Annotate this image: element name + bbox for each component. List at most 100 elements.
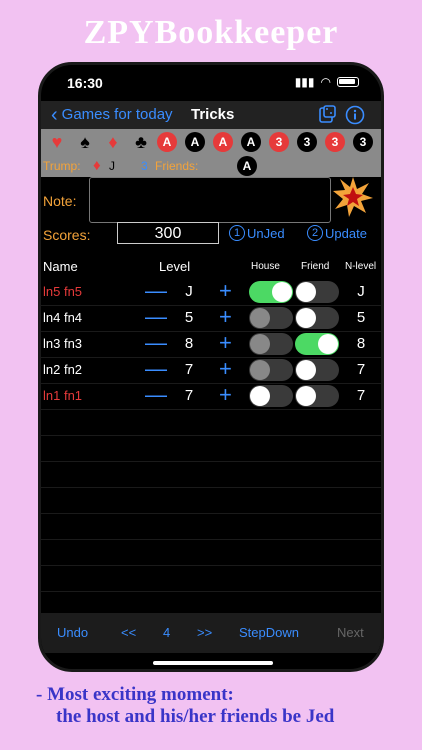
friends-count: 3 [141,159,148,173]
info-icon[interactable] [345,105,365,125]
toggle-knob [250,386,270,406]
card-chip[interactable]: 3 [269,132,289,152]
suit-card-icon[interactable]: ♥ [45,131,69,153]
friend-toggle[interactable] [295,281,339,303]
player-n-level: 7 [356,361,366,378]
card-chip[interactable]: A [213,132,233,152]
player-row: ln2 fn2 — 7 +7 [41,357,381,384]
trump-label: Trump: [43,159,81,173]
level-minus-button[interactable]: — [145,358,167,380]
friend-toggle[interactable] [295,307,339,329]
level-plus-button[interactable]: + [219,306,232,328]
undo-button[interactable]: Undo [57,625,88,640]
cards-dice-icon[interactable] [317,105,337,125]
scores-input[interactable]: 300 [117,222,219,244]
player-n-level: 8 [356,335,366,352]
card-chip[interactable]: A [157,132,177,152]
friend-toggle[interactable] [295,385,339,407]
friend-card-chip: A [237,156,257,176]
back-button[interactable]: ‹ Games for today [51,103,173,126]
navigation-bar: ‹ Games for today Tricks [41,101,381,129]
player-n-level: 5 [356,309,366,326]
unjed-button[interactable]: 1 UnJed [229,225,285,241]
player-name: ln4 fn4 [43,310,83,325]
player-name: ln2 fn2 [43,362,83,377]
friend-toggle[interactable] [295,359,339,381]
card-chip[interactable]: A [185,132,205,152]
player-row: ln1 fn1 — 7 +7 [41,383,381,410]
player-level: 7 [184,387,194,404]
chevron-left-icon: ‹ [51,103,58,126]
banner-title: ZPYBookkeeper [83,14,339,51]
empty-row-line [41,487,381,488]
note-input[interactable] [89,177,331,223]
player-row: ln3 fn3 — 8 +8 [41,331,381,358]
update-button[interactable]: 2 Update [307,225,367,241]
player-level: J [185,283,193,300]
level-minus-button[interactable]: — [145,332,167,354]
friends-label: Friends: [155,159,199,173]
unjed-number: 1 [229,225,245,241]
battery-icon [337,77,359,87]
bottom-toolbar: Undo << 4 >> StepDown Next [41,613,381,653]
level-minus-button[interactable]: — [145,384,167,406]
toggle-knob [296,282,316,302]
level-minus-button[interactable]: — [145,280,167,302]
page-number: 4 [163,625,171,640]
table-header: Name Level House Friend N-level [41,259,381,279]
trump-row: Trump: ♦ J 3 Friends: A [41,155,381,177]
house-toggle[interactable] [249,281,293,303]
burst-icon[interactable] [333,177,373,217]
level-plus-button[interactable]: + [219,384,232,406]
card-chip[interactable]: A [241,132,261,152]
toggle-knob [296,386,316,406]
house-toggle[interactable] [249,307,293,329]
house-toggle[interactable] [249,333,293,355]
player-name: ln5 fn5 [43,284,83,299]
phone-screen: 16:30 ▮▮▮ ◠ ‹ Games for today Tricks ♥ ♠ ♦… [38,62,384,672]
toggle-knob [296,360,316,380]
prev-page-button[interactable]: << [121,625,136,640]
card-chip[interactable]: 3 [325,132,345,152]
level-plus-button[interactable]: + [219,280,232,302]
caption: - Most exciting moment: the host and his… [36,684,422,728]
status-bar: 16:30 ▮▮▮ ◠ [41,65,381,99]
signal-icon: ▮▮▮ [294,75,315,89]
toggle-knob [250,308,270,328]
empty-row-line [41,461,381,462]
wifi-icon: ◠ [320,75,331,89]
friend-toggle[interactable] [295,333,339,355]
card-chip[interactable]: 3 [353,132,373,152]
empty-row-line [41,513,381,514]
level-plus-button[interactable]: + [219,358,232,380]
suit-card-icon[interactable]: ♣ [129,131,153,153]
next-page-button[interactable]: >> [197,625,212,640]
page-title: Tricks [191,106,235,123]
player-name: ln1 fn1 [43,388,83,403]
scores-label: Scores: [43,227,91,243]
header-nlevel: N-level [345,261,377,272]
header-house: House [251,261,280,272]
header-level: Level [159,259,191,274]
suit-card-icon[interactable]: ♠ [73,131,97,153]
next-button[interactable]: Next [337,625,364,640]
unjed-label: UnJed [247,225,285,241]
home-indicator [153,661,273,665]
update-number: 2 [307,225,323,241]
trump-rank: J [109,159,115,173]
stepdown-button[interactable]: StepDown [239,625,299,640]
suit-card-icon[interactable]: ♦ [101,131,125,153]
update-label: Update [325,225,367,241]
card-chip[interactable]: 3 [297,132,317,152]
empty-row-line [41,435,381,436]
player-name: ln3 fn3 [43,336,83,351]
cards-played-row: ♥ ♠ ♦ ♣ A A A A 3 3 3 3 [41,129,381,155]
house-toggle[interactable] [249,359,293,381]
level-minus-button[interactable]: — [145,306,167,328]
caption-line-1: - Most exciting moment: [36,684,234,705]
header-name: Name [43,259,78,274]
toggle-knob [250,334,270,354]
level-plus-button[interactable]: + [219,332,232,354]
empty-row-line [41,565,381,566]
house-toggle[interactable] [249,385,293,407]
